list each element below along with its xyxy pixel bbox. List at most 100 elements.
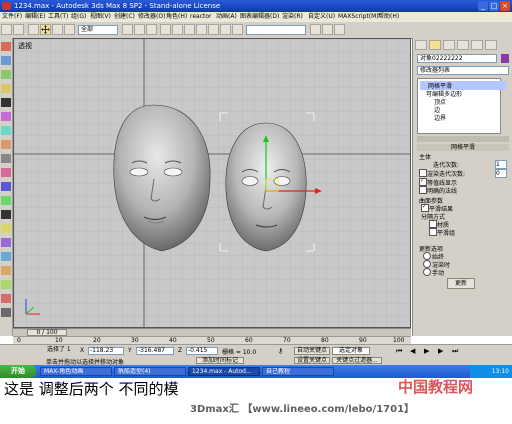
modify-tab-icon[interactable] — [429, 40, 441, 50]
hierarchy-tab-icon[interactable] — [443, 40, 455, 50]
y-coord-field[interactable]: -316.487 — [136, 347, 174, 355]
redo-icon[interactable] — [13, 24, 24, 35]
perspective-viewport[interactable]: 透视 — [13, 38, 411, 328]
goto-end-icon[interactable]: ⏭ — [452, 347, 458, 355]
viewport-label[interactable]: 透视 — [18, 41, 32, 51]
task-4[interactable]: 自己教程 — [262, 367, 334, 376]
select-link-icon[interactable] — [28, 24, 39, 35]
tool-icon-19[interactable] — [1, 294, 11, 303]
tool-icon-10[interactable] — [1, 168, 11, 177]
task-1[interactable]: MAX-角色动画 — [40, 367, 112, 376]
tool-icon-15[interactable] — [1, 238, 11, 247]
tool-icon-4[interactable] — [1, 84, 11, 93]
schematic-icon[interactable] — [208, 24, 219, 35]
iterations-field[interactable]: 1 — [495, 160, 507, 169]
play-icon[interactable]: ▶ — [424, 347, 429, 355]
update-button[interactable]: 更新 — [447, 278, 475, 289]
render-iters-checkbox[interactable] — [419, 169, 427, 177]
smooth-result-checkbox[interactable]: ✓ — [421, 204, 429, 212]
menu-character[interactable]: 角色(H) — [166, 12, 187, 22]
motion-tab-icon[interactable] — [457, 40, 469, 50]
frame-counter[interactable]: 0 / 100 — [27, 329, 67, 336]
material-editor-icon[interactable] — [220, 24, 231, 35]
menu-graph-editors[interactable]: 图表编辑器(D) — [240, 12, 279, 22]
menu-modifiers[interactable]: 修改器(O) — [138, 12, 165, 22]
minimize-button[interactable]: _ — [478, 1, 488, 11]
align-icon[interactable] — [172, 24, 183, 35]
tool-icon-13[interactable] — [1, 210, 11, 219]
maximize-button[interactable]: □ — [489, 1, 499, 11]
utilities-tab-icon[interactable] — [485, 40, 497, 50]
object-color-swatch[interactable] — [501, 54, 509, 63]
tool-icon-6[interactable] — [1, 112, 11, 121]
tool-icon-11[interactable] — [1, 182, 11, 191]
stack-item-border[interactable]: 边界 — [420, 113, 446, 122]
next-frame-icon[interactable]: ▶ — [438, 347, 443, 355]
tool-icon-7[interactable] — [1, 126, 11, 135]
goto-start-icon[interactable]: ⏮ — [396, 347, 402, 355]
menu-customize[interactable]: 自定义(U) — [308, 12, 335, 22]
render-scene-icon[interactable] — [232, 24, 243, 35]
menu-help[interactable]: 帮助(H) — [378, 12, 399, 22]
select-rotate-icon[interactable] — [52, 24, 63, 35]
tool-icon-5[interactable] — [1, 98, 11, 107]
add-time-tag-button[interactable]: 添加时间标记 — [196, 357, 244, 364]
key-filters-button[interactable]: 关键点过滤器... — [332, 357, 382, 364]
x-coord-field[interactable]: -118.23 — [88, 347, 124, 355]
set-key-button[interactable]: 设置关键点 — [294, 357, 330, 364]
quick-render-icon[interactable] — [310, 24, 321, 35]
tool-icon-16[interactable] — [1, 252, 11, 261]
create-tab-icon[interactable] — [415, 40, 427, 50]
rect-region-icon[interactable] — [146, 24, 157, 35]
task-3[interactable]: 1234.max - Autod... — [188, 367, 260, 376]
tool-icon-3[interactable] — [1, 70, 11, 79]
undo-icon[interactable] — [1, 24, 12, 35]
curve-editor-icon[interactable] — [196, 24, 207, 35]
tool-icon-8[interactable] — [1, 140, 11, 149]
render-last-icon[interactable] — [322, 24, 333, 35]
prev-frame-icon[interactable]: ◀ — [410, 347, 415, 355]
mirror-icon[interactable] — [160, 24, 171, 35]
selected-filter-dropdown[interactable]: 选定对象 — [332, 347, 370, 355]
render-iters-field[interactable]: 0 — [495, 169, 507, 178]
select-by-name-icon[interactable] — [134, 24, 145, 35]
z-coord-field[interactable]: -0.415 — [186, 347, 218, 355]
object-name-field[interactable]: 对象02222222 — [417, 54, 497, 63]
menu-rendering[interactable]: 渲染(R) — [282, 12, 303, 22]
select-and-move-icon[interactable] — [40, 24, 51, 35]
update-render-radio[interactable] — [423, 260, 431, 268]
modifier-list-dropdown[interactable]: 修改器列表 — [417, 66, 509, 75]
menu-animation[interactable]: 动画(A) — [216, 12, 237, 22]
activeshade-icon[interactable] — [334, 24, 345, 35]
materials-checkbox[interactable] — [429, 220, 437, 228]
menu-file[interactable]: 文件(F) — [2, 12, 22, 22]
selection-filter-dropdown[interactable]: 全部 — [78, 25, 118, 35]
tool-icon-14[interactable] — [1, 224, 11, 233]
layer-icon[interactable] — [184, 24, 195, 35]
isoline-checkbox[interactable]: ✓ — [419, 178, 427, 186]
menu-group[interactable]: 组(G) — [71, 12, 86, 22]
start-button[interactable]: 开始 — [0, 365, 36, 378]
explicit-normals-checkbox[interactable] — [419, 186, 427, 194]
tool-icon-9[interactable] — [1, 154, 11, 163]
rollout-header[interactable]: 网格平滑 — [417, 144, 509, 151]
select-object-icon[interactable] — [122, 24, 133, 35]
task-2[interactable]: 帆船造型(4) — [114, 367, 186, 376]
update-manual-radio[interactable] — [423, 268, 431, 276]
tool-icon-2[interactable] — [1, 56, 11, 65]
menu-views[interactable]: 视图(V) — [90, 12, 111, 22]
named-selection-dropdown[interactable] — [246, 25, 306, 35]
menu-tools[interactable]: 工具(T) — [48, 12, 68, 22]
menu-edit[interactable]: 编辑(E) — [25, 12, 45, 22]
menu-reactor[interactable]: reactor — [190, 12, 212, 22]
auto-key-button[interactable]: 自动关键点 — [294, 347, 330, 355]
update-always-radio[interactable] — [423, 252, 431, 260]
smoothing-groups-checkbox[interactable] — [429, 228, 437, 236]
tool-icon-12[interactable] — [1, 196, 11, 205]
tool-icon-18[interactable] — [1, 280, 11, 289]
close-button[interactable]: × — [500, 1, 510, 11]
tool-icon-1[interactable] — [1, 42, 11, 51]
display-tab-icon[interactable] — [471, 40, 483, 50]
key-icon[interactable]: ⚷ — [278, 347, 288, 355]
menu-maxscript[interactable]: MAXScript(M) — [338, 12, 379, 22]
